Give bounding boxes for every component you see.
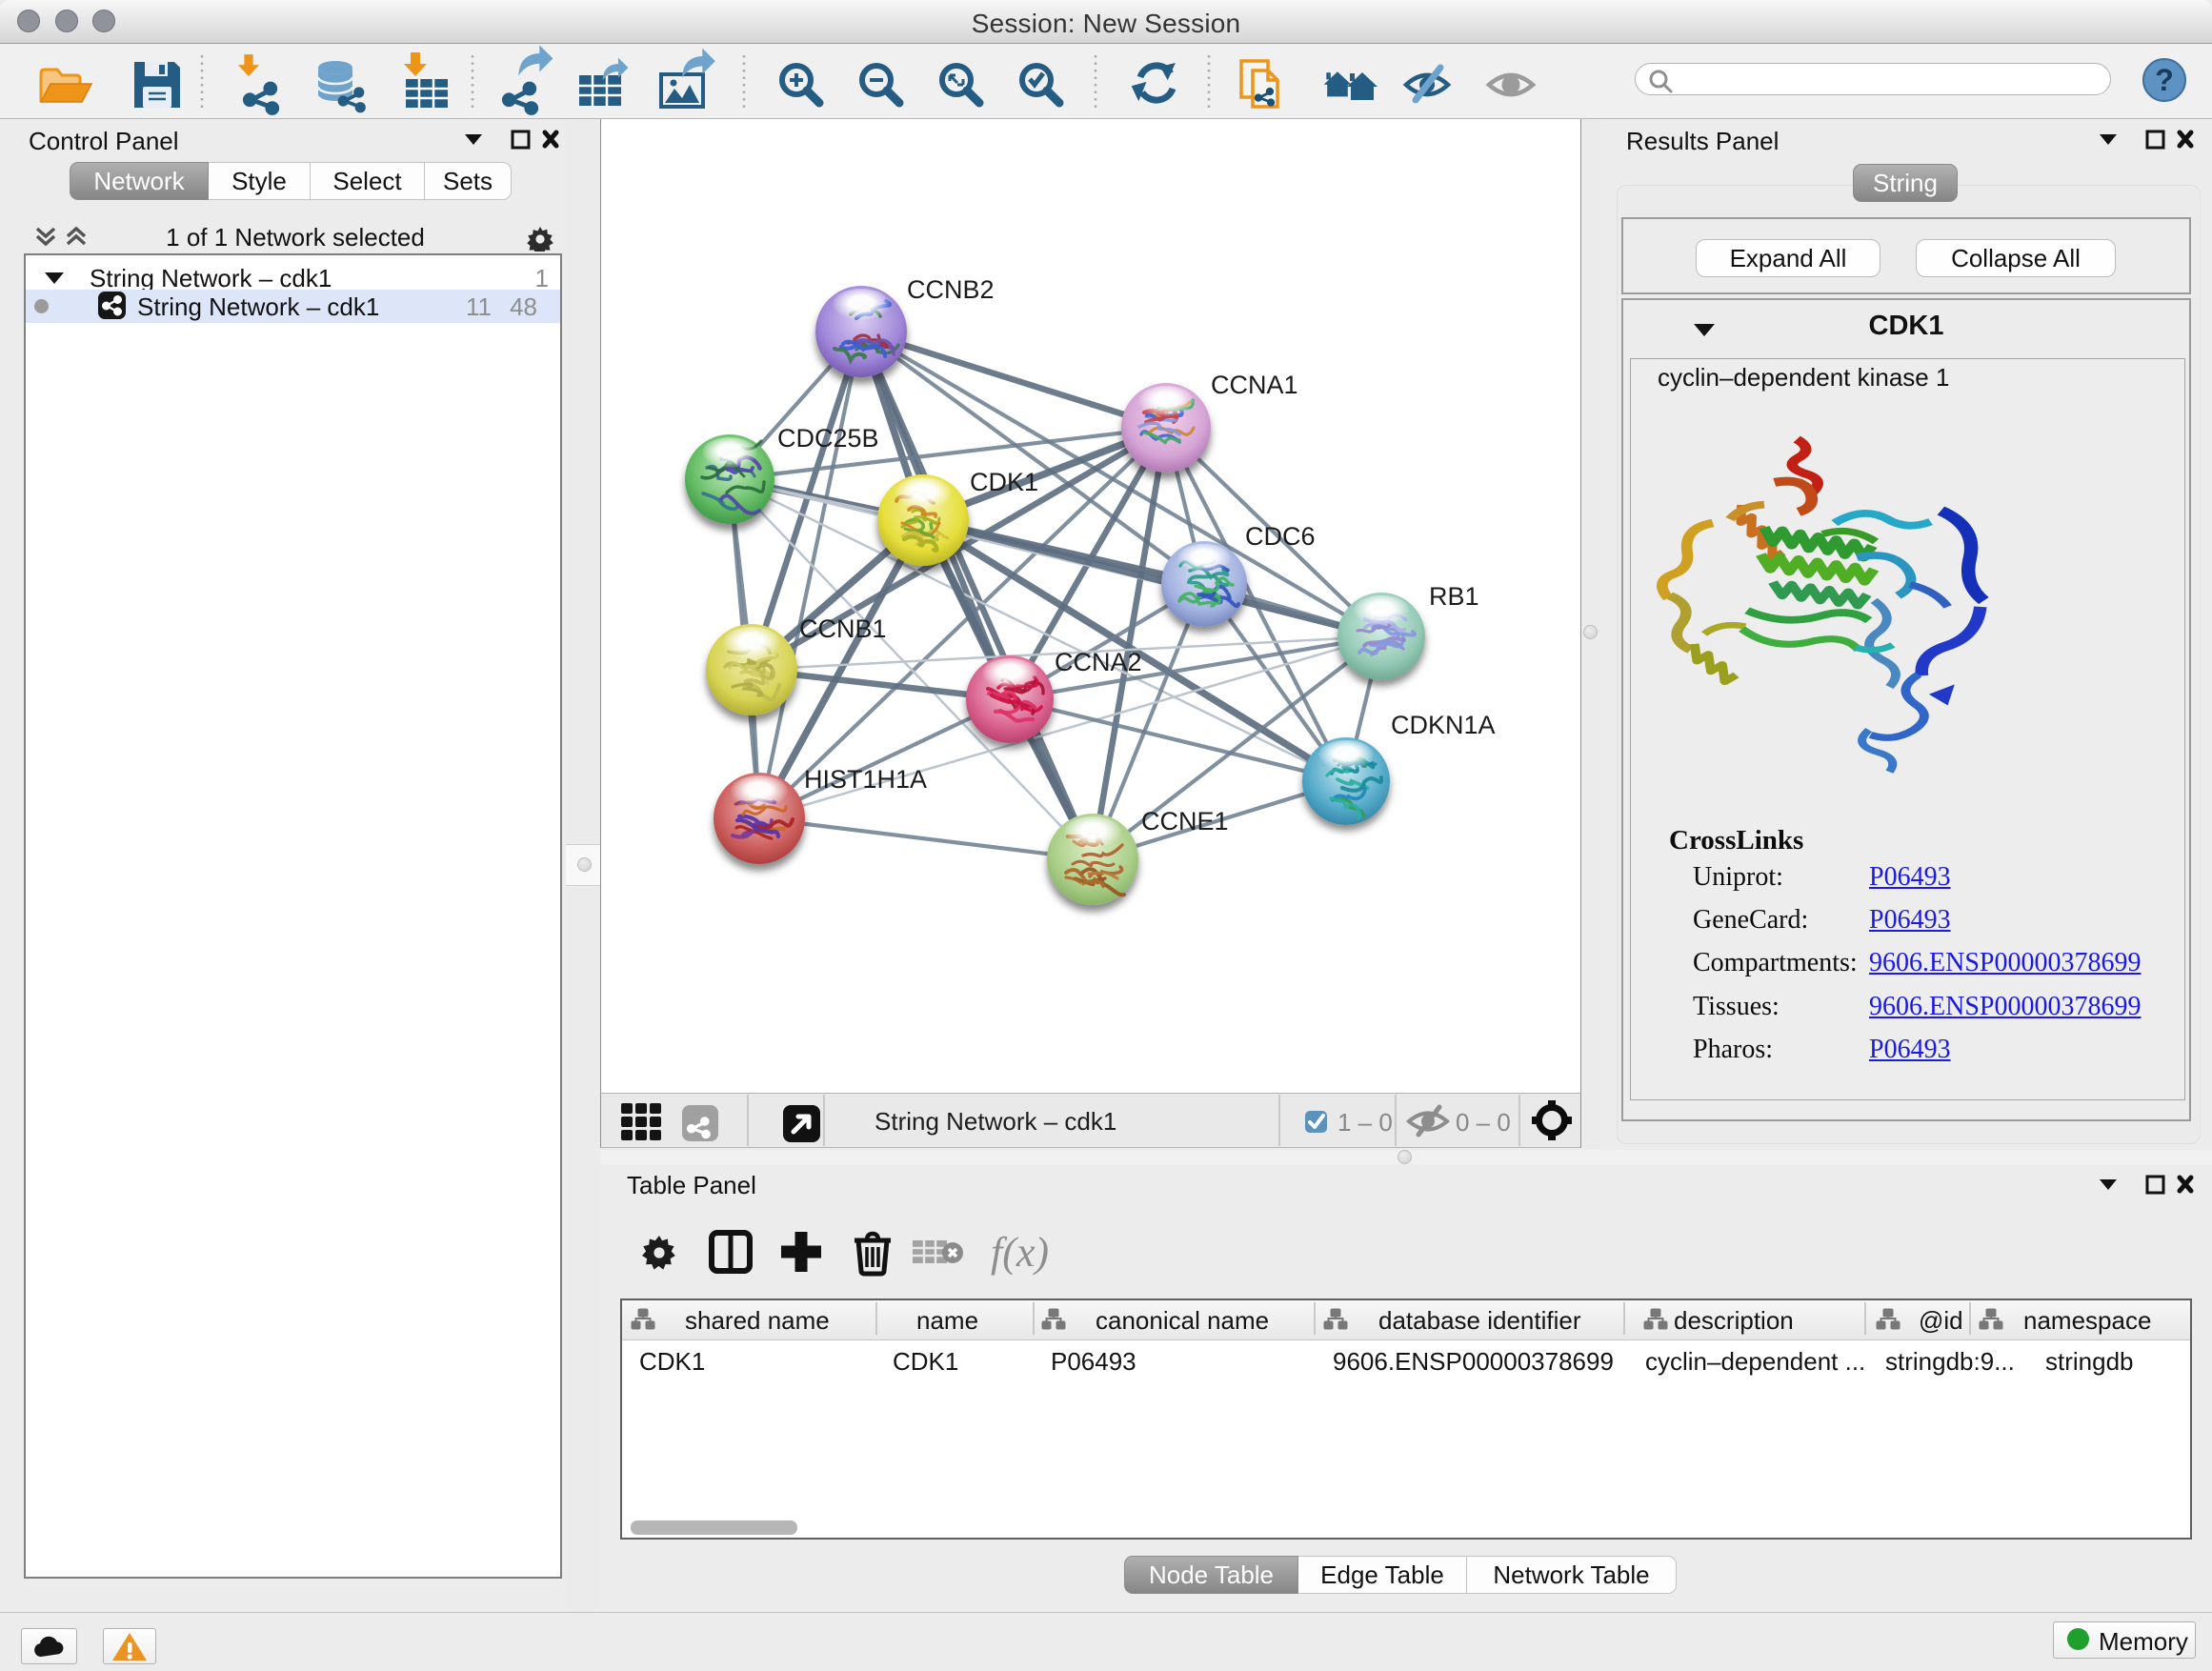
- svg-text:?: ?: [2155, 63, 2174, 97]
- svg-text:f(x): f(x): [991, 1229, 1049, 1276]
